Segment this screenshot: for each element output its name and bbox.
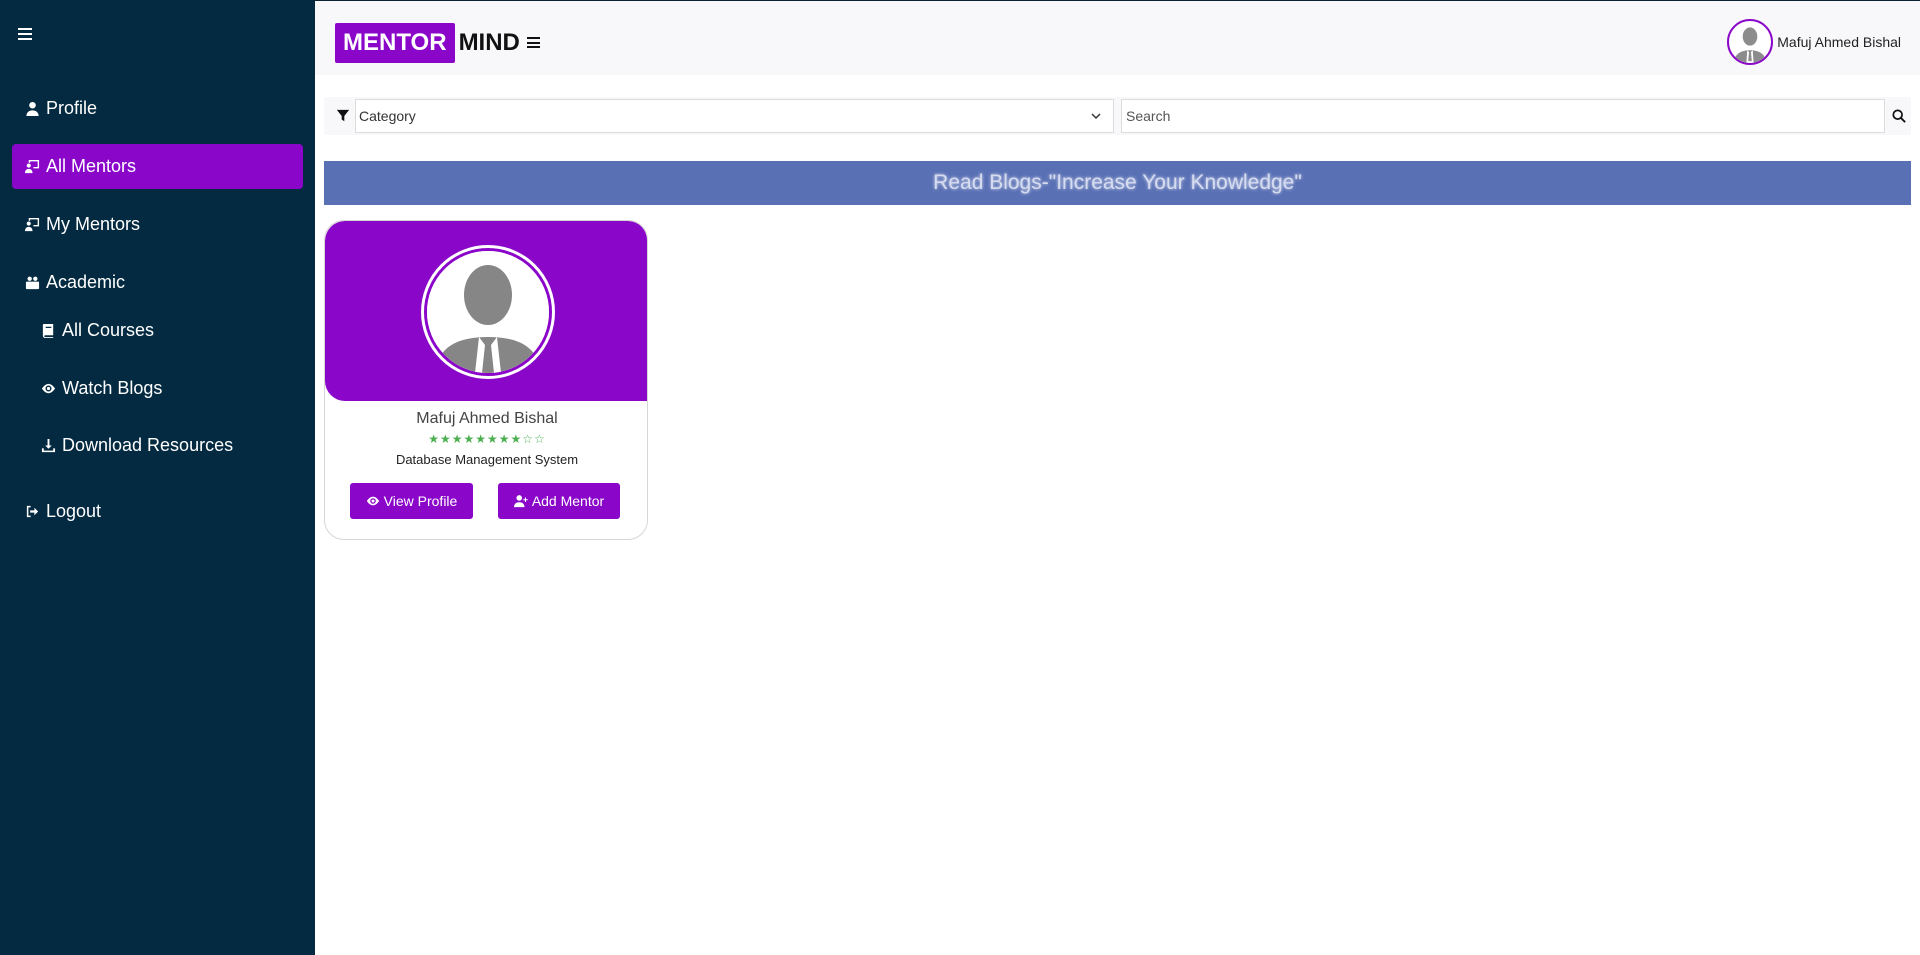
sidebar-item-academic[interactable]: Academic: [25, 270, 125, 294]
book-icon: [42, 323, 54, 338]
person-silhouette-icon: [427, 251, 549, 373]
sidebar-item-label: All Courses: [62, 319, 155, 340]
top-bar: MENTOR MIND Mafuj Ahmed Bishal: [315, 0, 1920, 75]
sidebar-item-label: Profile: [46, 97, 98, 118]
view-profile-button[interactable]: View Profile: [350, 483, 473, 519]
avatar: [1727, 19, 1774, 65]
blog-banner-text: Read Blogs-"Increase Your Knowledge": [933, 171, 1302, 194]
mentor-avatar: [421, 245, 555, 379]
sidebar-item-label: Download Resources: [62, 434, 234, 455]
briefcase-users-icon: [25, 276, 40, 289]
download-icon: [41, 438, 56, 452]
chalkboard-user-icon: [25, 217, 40, 231]
category-select[interactable]: Category: [355, 99, 1114, 133]
sidebar-item-download-resources[interactable]: Download Resources: [41, 433, 233, 457]
sidebar-toggle-icon[interactable]: [18, 28, 32, 40]
chalkboard-user-icon: [25, 159, 40, 174]
mentor-subject: Database Management System: [395, 452, 579, 467]
sidebar-item-my-mentors[interactable]: My Mentors: [25, 212, 140, 236]
sidebar-item-label: All Mentors: [46, 156, 137, 176]
sidebar-item-logout[interactable]: Logout: [25, 499, 101, 523]
user-icon: [26, 101, 39, 116]
mentor-card: Mafuj Ahmed Bishal ★★★★★★★★☆☆ Database M…: [324, 220, 648, 540]
filter-bar: Category: [324, 97, 1911, 135]
blog-banner[interactable]: Read Blogs-"Increase Your Knowledge": [324, 161, 1911, 205]
eye-icon: [41, 383, 56, 393]
search-button[interactable]: [1887, 99, 1911, 133]
sidebar-item-label: Academic: [46, 271, 126, 292]
user-plus-icon: [513, 495, 528, 508]
add-mentor-label: Add Mentor: [531, 493, 605, 509]
menu-icon[interactable]: [527, 37, 540, 48]
brand-logo-part1: MENTOR: [335, 23, 455, 63]
sidebar-item-profile[interactable]: Profile: [25, 96, 97, 120]
add-mentor-button[interactable]: Add Mentor: [498, 483, 620, 519]
mentor-rating-stars: ★★★★★★★★☆☆: [428, 432, 546, 446]
search-input[interactable]: [1121, 99, 1885, 133]
filter-icon: [336, 109, 350, 122]
category-select-value: Category: [359, 108, 416, 124]
user-menu[interactable]: Mafuj Ahmed Bishal: [1727, 19, 1901, 65]
view-profile-label: View Profile: [383, 493, 458, 509]
brand-logo[interactable]: MENTOR MIND: [335, 23, 520, 63]
eye-icon: [366, 496, 379, 506]
mentor-name: Mafuj Ahmed Bishal: [416, 410, 558, 427]
sidebar-item-all-courses[interactable]: All Courses: [41, 318, 154, 342]
sidebar-item-label: Watch Blogs: [62, 377, 163, 398]
sidebar-item-watch-blogs[interactable]: Watch Blogs: [41, 376, 162, 400]
sidebar: Profile All Mentors My Mentors Academic …: [0, 0, 315, 955]
sidebar-item-label: My Mentors: [46, 213, 141, 234]
search-icon: [1892, 109, 1906, 123]
sidebar-item-all-mentors[interactable]: All Mentors: [12, 144, 303, 189]
sidebar-item-label: Logout: [46, 500, 102, 521]
chevron-down-icon: [1091, 113, 1101, 120]
brand-logo-part2: MIND: [458, 29, 520, 56]
user-name: Mafuj Ahmed Bishal: [1777, 34, 1901, 50]
app-root: Profile All Mentors My Mentors Academic …: [0, 0, 1920, 955]
person-silhouette-icon: [1733, 27, 1767, 63]
logout-icon: [26, 505, 39, 517]
